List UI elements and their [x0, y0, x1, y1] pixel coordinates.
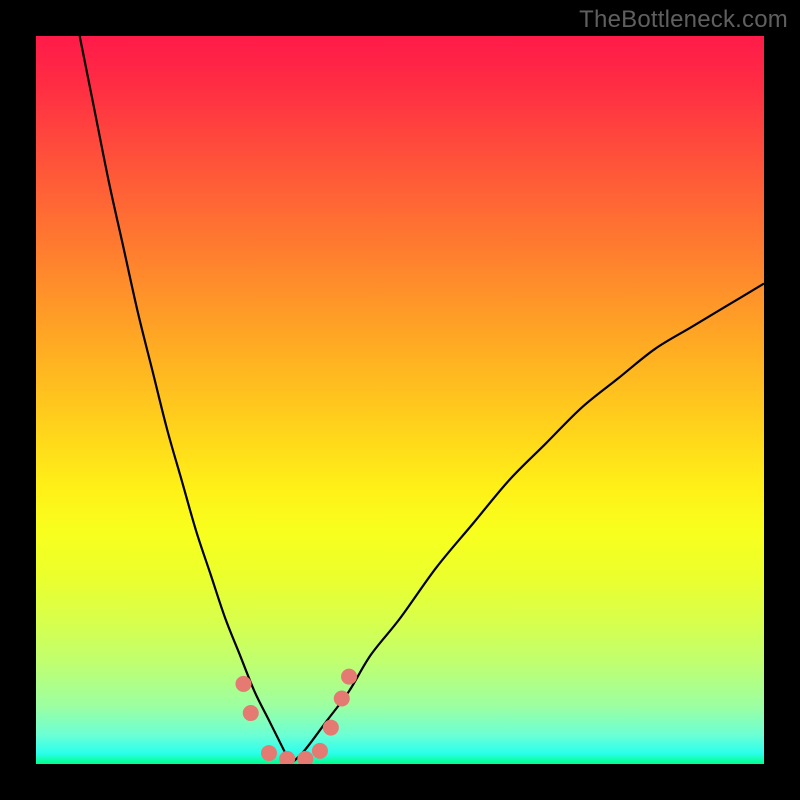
data-marker: [235, 676, 251, 692]
data-marker: [279, 751, 295, 764]
plot-area: [36, 36, 764, 764]
data-marker: [312, 743, 328, 759]
data-marker: [341, 669, 357, 685]
curve-left-branch: [80, 36, 291, 764]
curve-right-branch: [291, 284, 764, 764]
data-marker: [334, 690, 350, 706]
data-marker: [323, 720, 339, 736]
chart-overlay: [36, 36, 764, 764]
watermark-text: TheBottleneck.com: [579, 6, 788, 34]
chart-frame: TheBottleneck.com: [0, 0, 800, 800]
data-marker: [261, 745, 277, 761]
data-marker: [243, 705, 259, 721]
marker-group: [235, 669, 357, 764]
data-marker: [297, 751, 313, 764]
